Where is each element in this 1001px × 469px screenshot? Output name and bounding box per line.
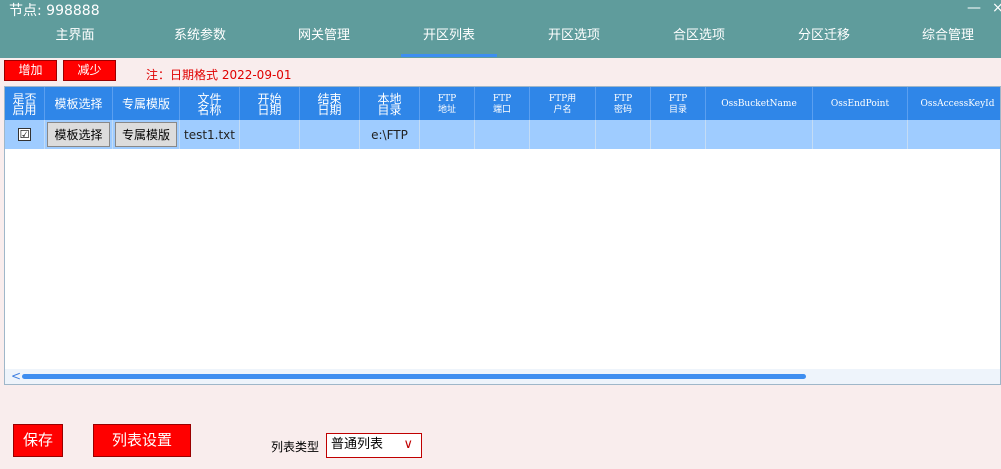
close-button[interactable]: × (992, 0, 1001, 16)
start-date-cell[interactable] (240, 120, 300, 149)
col-local-dir: 本地 目录 (360, 87, 420, 120)
col-oss-endpoint: OssEndPoint (813, 87, 908, 120)
col-enabled: 是否 启用 (5, 87, 45, 120)
ftp-dir-cell[interactable] (651, 120, 706, 149)
template-select-button[interactable]: 模板选择 (47, 122, 110, 147)
col-ftp-user: FTP用 户名 (530, 87, 596, 120)
col-ftp-dir: FTP 目录 (651, 87, 706, 120)
title-bar: 节点: 998888 — × 主界面 系统参数 网关管理 开区列表 开区选项 合… (0, 0, 1001, 58)
node-label: 节点: 998888 (9, 3, 100, 19)
list-type-select[interactable]: 普通列表 ∨ (326, 433, 422, 458)
list-type-value: 普通列表 (331, 437, 384, 452)
chevron-down-icon: ∨ (403, 437, 413, 452)
exclusive-template-button[interactable]: 专属模版 (114, 122, 177, 147)
tab-migration[interactable]: 分区迁移 (776, 22, 872, 58)
remove-button[interactable]: 减少 (63, 60, 116, 81)
col-ftp-port: FTP 端口 (475, 87, 530, 120)
tab-bar: 主界面 系统参数 网关管理 开区列表 开区选项 合区选项 分区迁移 综合管理 (0, 22, 1001, 58)
col-oss-access-key: OssAccessKeyId (908, 87, 1000, 120)
col-ftp-address: FTP 地址 (420, 87, 475, 120)
enabled-checkbox[interactable]: ☑ (18, 128, 31, 141)
tab-server-options[interactable]: 开区选项 (526, 22, 622, 58)
col-template: 模板选择 (45, 87, 113, 120)
oss-bucket-cell[interactable] (706, 120, 813, 149)
exclusive-cell: 专属模版 (113, 120, 180, 149)
list-settings-button[interactable]: 列表设置 (93, 424, 191, 457)
list-type-label: 列表类型 (271, 440, 320, 454)
col-start-date: 开始 日期 (240, 87, 300, 120)
oss-access-key-cell[interactable] (908, 120, 1000, 149)
horizontal-scrollbar[interactable]: < (5, 369, 1000, 384)
file-name-cell[interactable]: test1.txt (180, 120, 240, 149)
scroll-left-arrow-icon[interactable]: < (11, 369, 21, 383)
col-ftp-password: FTP 密码 (596, 87, 651, 120)
date-format-note: 注：日期格式 2022-09-01 (146, 68, 292, 82)
col-oss-bucket: OssBucketName (706, 87, 813, 120)
tab-server-list[interactable]: 开区列表 (401, 22, 497, 58)
col-exclusive-template: 专属模版 (113, 87, 180, 120)
ftp-address-cell[interactable] (420, 120, 475, 149)
col-end-date: 结束 日期 (300, 87, 360, 120)
template-cell: 模板选择 (45, 120, 113, 149)
local-dir-cell[interactable]: e:\FTP (360, 120, 420, 149)
ftp-port-cell[interactable] (475, 120, 530, 149)
server-list-table: 是否 启用 模板选择 专属模版 文件 名称 开始 日期 结束 日期 本地 目录 … (4, 86, 1001, 385)
tab-system-params[interactable]: 系统参数 (152, 22, 248, 58)
table-header: 是否 启用 模板选择 专属模版 文件 名称 开始 日期 结束 日期 本地 目录 … (5, 87, 1000, 120)
ftp-password-cell[interactable] (596, 120, 651, 149)
minimize-button[interactable]: — (967, 0, 981, 16)
scroll-thumb[interactable] (22, 374, 806, 379)
enabled-cell: ☑ (5, 120, 45, 149)
save-button[interactable]: 保存 (13, 424, 63, 457)
ftp-user-cell[interactable] (530, 120, 596, 149)
table-row[interactable]: ☑ 模板选择 专属模版 test1.txt e:\FTP (5, 120, 1000, 149)
tab-gateway[interactable]: 网关管理 (276, 22, 372, 58)
tab-merge-options[interactable]: 合区选项 (651, 22, 747, 58)
col-file-name: 文件 名称 (180, 87, 240, 120)
tab-general[interactable]: 综合管理 (900, 22, 996, 58)
end-date-cell[interactable] (300, 120, 360, 149)
add-button[interactable]: 增加 (4, 60, 57, 81)
oss-endpoint-cell[interactable] (813, 120, 908, 149)
tab-main[interactable]: 主界面 (27, 22, 123, 58)
